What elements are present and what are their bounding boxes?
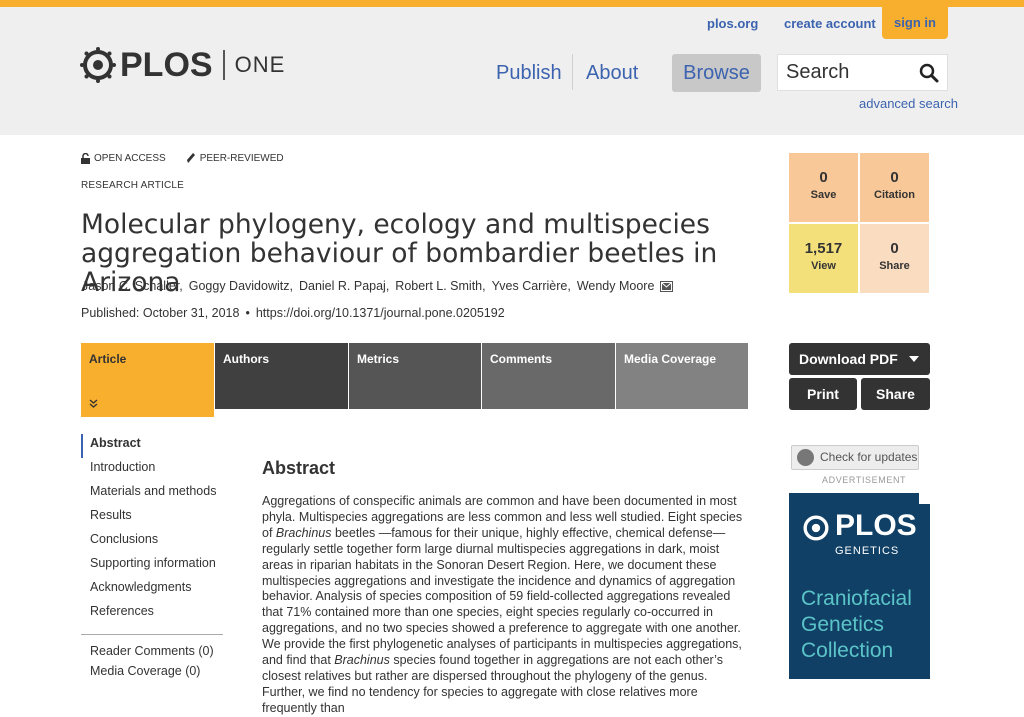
metric-share-value: 0 <box>890 240 899 257</box>
sidenav-item-references[interactable]: References <box>81 602 223 626</box>
metric-save[interactable]: 0 Save <box>789 153 858 222</box>
sidenav-item-materials-and-methods[interactable]: Materials and methods <box>81 482 223 506</box>
advertisement-banner[interactable]: PLOS GENETICS Craniofacial Genetics Coll… <box>789 493 930 679</box>
open-access-badge: OPEN ACCESS <box>81 152 166 164</box>
article-section-nav: Abstract Introduction Materials and meth… <box>81 434 223 626</box>
sidenav-item-conclusions[interactable]: Conclusions <box>81 530 223 554</box>
publication-info: Published: October 31, 2018 • https://doi.… <box>81 306 505 320</box>
tab-metrics[interactable]: Metrics <box>349 343 481 409</box>
genus-name: Brachinus <box>275 525 332 540</box>
tab-article-label: Article <box>89 352 127 366</box>
ad-brand: PLOS <box>835 509 917 542</box>
tab-metrics-label: Metrics <box>357 352 400 366</box>
author-name[interactable]: Wendy Moore <box>577 279 655 293</box>
site-header: plos.org create account sign in PLOS ONE… <box>0 7 1024 135</box>
author-name[interactable]: Robert L. Smith, <box>395 279 485 293</box>
ad-headline: Craniofacial Genetics Collection <box>801 587 912 662</box>
article-badges: OPEN ACCESS PEER-REVIEWED <box>81 152 304 164</box>
sign-in-button[interactable]: sign in <box>882 7 948 39</box>
tab-authors-label: Authors <box>223 352 269 366</box>
sidenav-item-abstract[interactable]: Abstract <box>81 434 223 458</box>
logo-divider <box>222 50 225 80</box>
plos-org-link[interactable]: plos.org <box>707 16 758 31</box>
abstract-text-part-2: beetles —famous for their unique, highly… <box>262 525 742 668</box>
search-icon[interactable] <box>919 63 939 83</box>
author-name[interactable]: Jason C. Schaller, <box>82 279 183 293</box>
metrics-panel: 0 Save 0 Citation 1,517 View 0 Share <box>789 153 930 294</box>
metric-view-label: View <box>811 260 836 272</box>
logo-plos-text: PLOS <box>120 45 213 84</box>
author-name[interactable]: Yves Carrière, <box>492 279 571 293</box>
tab-article[interactable]: Article <box>81 343 214 417</box>
nav-browse[interactable]: Browse <box>672 54 761 92</box>
tab-comments-label: Comments <box>490 352 553 366</box>
top-accent-bar <box>0 0 1024 7</box>
genus-name: Brachinus <box>334 653 390 668</box>
author-name[interactable]: Goggy Davidowitz, <box>189 279 293 293</box>
ad-subbrand: GENETICS <box>835 545 900 557</box>
tab-media-coverage[interactable]: Media Coverage <box>616 343 748 409</box>
reader-comments-link[interactable]: Reader Comments (0) <box>90 644 214 658</box>
logo-journal-text: ONE <box>234 52 286 77</box>
metric-save-value: 0 <box>819 169 828 186</box>
download-pdf-label: Download PDF <box>799 351 898 367</box>
sidenav-item-supporting-information[interactable]: Supporting information <box>81 554 223 578</box>
author-name[interactable]: Daniel R. Papaj, <box>299 279 389 293</box>
metric-citation[interactable]: 0 Citation <box>860 153 929 222</box>
sidenav-item-acknowledgments[interactable]: Acknowledgments <box>81 578 223 602</box>
metric-view[interactable]: 1,517 View <box>789 224 858 293</box>
article-tabs: Article Authors Metrics Comments Media C… <box>81 343 748 417</box>
sidenav-item-introduction[interactable]: Introduction <box>81 458 223 482</box>
pen-icon <box>186 153 195 163</box>
metric-citation-label: Citation <box>874 189 915 201</box>
plos-logo-icon <box>80 47 116 83</box>
metric-save-label: Save <box>810 189 837 201</box>
plos-one-logo[interactable]: PLOS ONE <box>80 45 285 85</box>
check-for-updates-label: Check for updates <box>820 450 918 464</box>
advertisement-label: ADVERTISEMENT <box>822 475 907 485</box>
sidenav-divider <box>81 634 223 635</box>
abstract-text: Aggregations of conspecific animals are … <box>262 494 748 717</box>
check-for-updates-button[interactable]: Check for updates <box>791 445 919 470</box>
ad-choices-icon[interactable] <box>919 493 930 504</box>
metric-share[interactable]: 0 Share <box>860 224 929 293</box>
advanced-search-link[interactable]: advanced search <box>859 96 958 111</box>
search-box <box>777 54 948 91</box>
plos-ad-logo-icon <box>803 515 829 541</box>
media-coverage-link[interactable]: Media Coverage (0) <box>90 664 200 678</box>
separator-dot: • <box>245 306 250 320</box>
create-account-link[interactable]: create account <box>784 16 876 31</box>
download-pdf-button[interactable]: Download PDF <box>789 343 930 375</box>
peer-reviewed-label: PEER-REVIEWED <box>199 152 284 164</box>
metric-view-value: 1,517 <box>804 240 843 257</box>
print-button[interactable]: Print <box>789 378 857 410</box>
sidenav-item-results[interactable]: Results <box>81 506 223 530</box>
metric-citation-value: 0 <box>890 169 899 186</box>
abstract-heading: Abstract <box>262 458 336 478</box>
caret-down-icon[interactable] <box>909 356 919 362</box>
doi-link[interactable]: https://doi.org/10.1371/journal.pone.020… <box>256 306 505 320</box>
tab-authors[interactable]: Authors <box>215 343 348 409</box>
share-button[interactable]: Share <box>861 378 930 410</box>
peer-reviewed-badge: PEER-REVIEWED <box>186 152 284 164</box>
double-chevron-down-icon <box>89 399 98 408</box>
nav-divider <box>572 54 573 90</box>
published-date: Published: October 31, 2018 <box>81 306 240 320</box>
metric-share-label: Share <box>879 260 910 272</box>
email-icon[interactable] <box>660 280 674 292</box>
search-input[interactable] <box>778 55 908 90</box>
tab-comments[interactable]: Comments <box>482 343 615 409</box>
unlock-icon <box>81 152 90 164</box>
tab-media-coverage-label: Media Coverage <box>624 352 717 366</box>
article-type: RESEARCH ARTICLE <box>81 180 185 191</box>
author-list: Jason C. Schaller, Goggy Davidowitz, Dan… <box>82 279 674 293</box>
crossmark-icon <box>797 449 814 466</box>
open-access-label: OPEN ACCESS <box>94 152 166 164</box>
nav-publish[interactable]: Publish <box>496 54 562 92</box>
nav-about[interactable]: About <box>586 54 638 92</box>
